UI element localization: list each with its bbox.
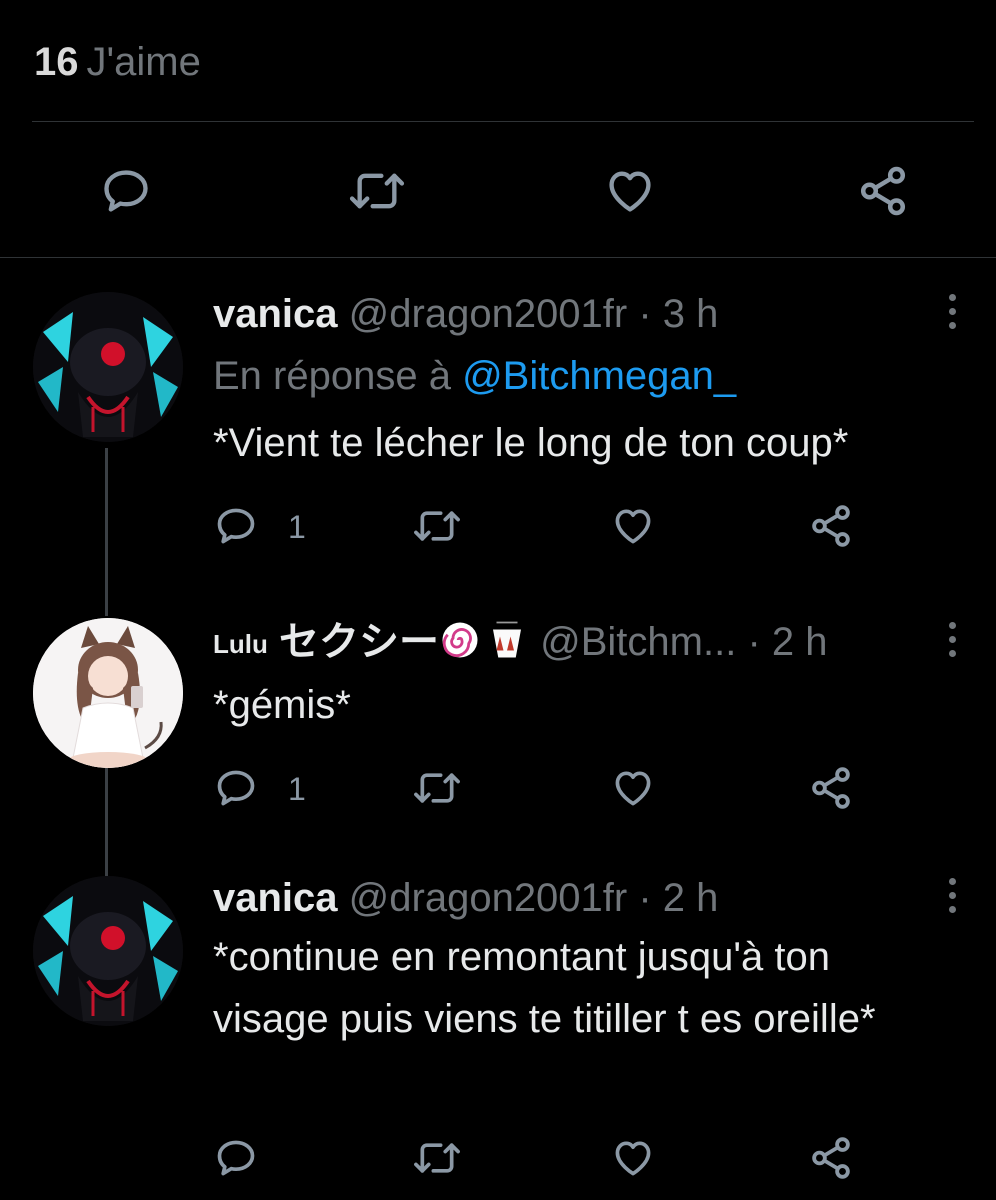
timestamp[interactable]: · 3 h [638, 292, 718, 336]
retweet-icon[interactable] [345, 165, 409, 217]
handle[interactable]: @dragon2001fr [349, 292, 628, 336]
timestamp[interactable]: · 2 h [747, 620, 827, 664]
reply-icon[interactable] [214, 766, 258, 810]
more-options-icon[interactable] [944, 622, 960, 662]
avatar[interactable] [33, 876, 183, 1026]
tweet-header: vanica @dragon2001fr · 3 h [213, 290, 718, 338]
share-icon[interactable] [808, 503, 854, 549]
handle[interactable]: @Bitchm... [540, 620, 736, 664]
display-name-suffix[interactable]: セクシー [279, 620, 439, 664]
divider [0, 257, 996, 258]
share-icon[interactable] [808, 1135, 854, 1181]
display-name[interactable]: vanica [213, 292, 338, 336]
share-icon[interactable] [856, 164, 910, 218]
like-icon[interactable] [610, 1136, 656, 1180]
likes-summary[interactable]: 16 J'aime [34, 38, 201, 86]
tweet-text: *Vient te lécher le long de ton coup* [213, 421, 849, 465]
display-name[interactable]: Lulu [213, 629, 268, 659]
reply-icon[interactable] [214, 1136, 258, 1180]
divider [32, 121, 974, 122]
reply-mention-link[interactable]: @Bitchmegan_ [462, 354, 736, 398]
reply-context: En réponse à @Bitchmegan_ [213, 352, 736, 400]
reply-count: 1 [288, 509, 306, 545]
handle[interactable]: @dragon2001fr [349, 876, 628, 920]
likes-label: J'aime [86, 40, 201, 84]
tweet-text: *continue en remontant jusqu'à ton visag… [213, 935, 876, 1041]
reply-count: 1 [288, 771, 306, 807]
share-icon[interactable] [808, 765, 854, 811]
avatar[interactable] [33, 292, 183, 442]
timestamp[interactable]: · 2 h [638, 876, 718, 920]
reply-icon[interactable] [214, 504, 258, 548]
takeout-box-emoji-icon [485, 619, 529, 661]
reply-prefix: En réponse à [213, 354, 451, 398]
tweet-header: Lulu セクシー @Bitchm... · 2 h [213, 618, 828, 666]
thread-line [105, 768, 108, 876]
main-tweet-actions [0, 160, 996, 224]
like-icon[interactable] [603, 165, 657, 217]
retweet-icon[interactable] [410, 1136, 464, 1180]
display-name[interactable]: vanica [213, 876, 338, 920]
avatar[interactable] [33, 618, 183, 768]
thread-line [105, 448, 108, 616]
likes-count: 16 [34, 40, 79, 84]
tweet-header: vanica @dragon2001fr · 2 h [213, 874, 718, 922]
more-options-icon[interactable] [944, 294, 960, 334]
tweet-text: *gémis* [213, 683, 351, 727]
reply-icon[interactable] [100, 165, 152, 217]
retweet-icon[interactable] [410, 504, 464, 548]
like-icon[interactable] [610, 766, 656, 810]
retweet-icon[interactable] [410, 766, 464, 810]
like-icon[interactable] [610, 504, 656, 548]
more-options-icon[interactable] [944, 878, 960, 918]
spiral-emoji-icon [439, 619, 481, 661]
